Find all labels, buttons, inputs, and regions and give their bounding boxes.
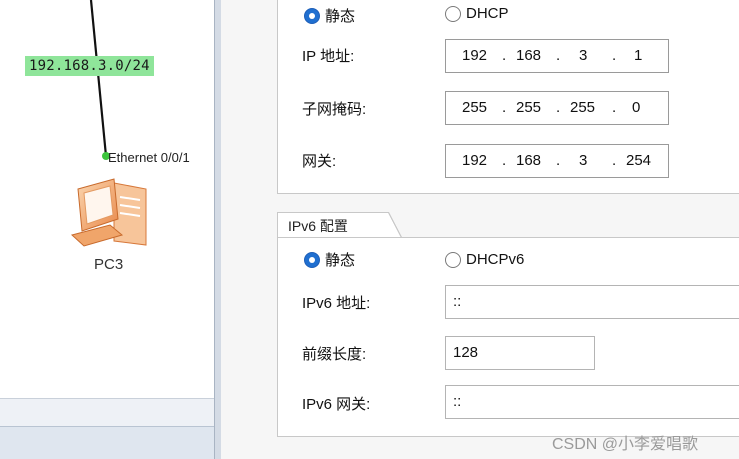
radio-unselected-icon (445, 5, 461, 22)
subnet-mask-field[interactable]: 255 . 255 . 255 . 0 (445, 91, 669, 125)
gateway-octet-1[interactable]: 192 (462, 152, 487, 169)
ipv6-gateway-field[interactable]: :: (445, 385, 739, 419)
ip-octet-1[interactable]: 192 (462, 47, 487, 64)
gateway-octet-2[interactable]: 168 (516, 152, 541, 169)
radio-selected-icon (304, 7, 320, 24)
ipv6-gateway-label: IPv6 网关: (302, 396, 371, 413)
gateway-label: 网关: (302, 153, 337, 170)
mask-octet-1[interactable]: 255 (462, 99, 487, 116)
ipv6-dhcp-radio[interactable]: DHCPv6 (445, 251, 524, 268)
pc-name-label: PC3 (94, 256, 124, 273)
gateway-octet-4[interactable]: 254 (626, 152, 651, 169)
gateway-octet-3[interactable]: 3 (579, 152, 587, 169)
ip-address-field[interactable]: 192 . 168 . 3 . 1 (445, 39, 669, 73)
port-label: Ethernet 0/0/1 (108, 150, 190, 165)
ipv4-static-label: 静态 (325, 8, 356, 25)
canvas-status-bar (0, 426, 214, 459)
watermark: CSDN @小李爱唱歌 (552, 436, 699, 453)
network-label[interactable]: 192.168.3.0/24 (25, 56, 154, 76)
radio-selected-icon (304, 251, 320, 268)
mask-octet-3[interactable]: 255 (570, 99, 595, 116)
ipv6-dhcp-label: DHCPv6 (466, 251, 525, 268)
prefix-length-label: 前缀长度: (302, 346, 367, 363)
ipv4-dhcp-label: DHCP (466, 5, 509, 22)
mask-octet-2[interactable]: 255 (516, 99, 541, 116)
ipv4-dhcp-radio[interactable]: DHCP (445, 5, 509, 22)
mask-octet-4[interactable]: 0 (632, 99, 640, 116)
topology-canvas[interactable]: 192.168.3.0/24 Ethernet 0/0/1 PC3 (0, 0, 214, 459)
ipv6-static-radio[interactable]: 静态 (304, 249, 355, 270)
radio-unselected-icon (445, 251, 461, 268)
config-panel: 静态 DHCP IP 地址: 192 . 168 . 3 . 1 子网掩码: 2… (221, 0, 739, 459)
canvas-scroll-area (0, 398, 214, 427)
ip-address-label: IP 地址: (302, 48, 355, 65)
ipv6-config-tab[interactable]: IPv6 配置 (277, 212, 402, 239)
ip-octet-4[interactable]: 1 (634, 47, 642, 64)
ip-octet-2[interactable]: 168 (516, 47, 541, 64)
ipv6-static-label: 静态 (325, 252, 356, 269)
ipv6-address-label: IPv6 地址: (302, 295, 371, 312)
ipv4-static-radio[interactable]: 静态 (304, 5, 355, 26)
ip-octet-3[interactable]: 3 (579, 47, 587, 64)
pc-icon[interactable] (70, 175, 154, 249)
prefix-length-field[interactable]: 128 (445, 336, 595, 370)
ipv6-address-field[interactable]: :: (445, 285, 739, 319)
gateway-field[interactable]: 192 . 168 . 3 . 254 (445, 144, 669, 178)
subnet-mask-label: 子网掩码: (302, 101, 367, 118)
